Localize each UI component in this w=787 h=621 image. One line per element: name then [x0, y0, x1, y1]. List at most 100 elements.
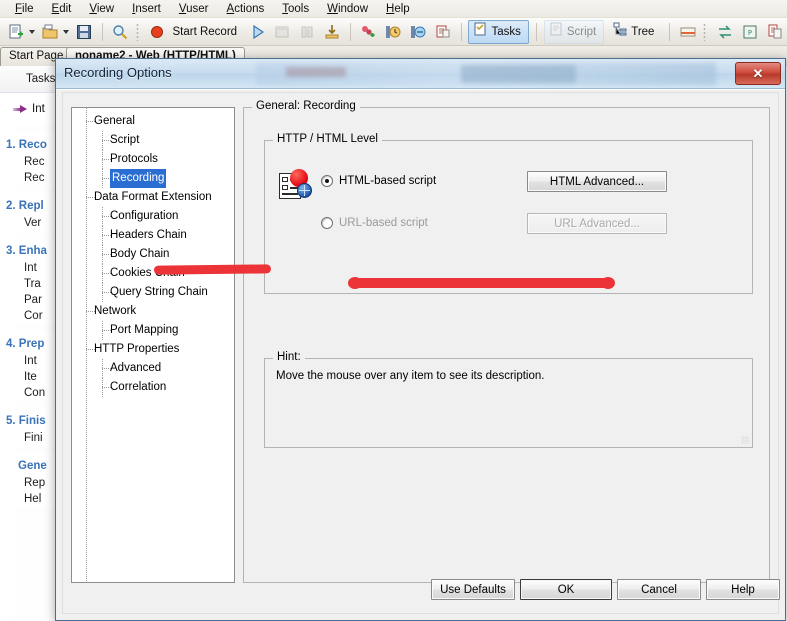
general-recording-group: General: Recording HTTP / HTML Level HTM…	[243, 100, 770, 583]
dialog-title-bar[interactable]: Recording Options ✕	[56, 59, 785, 89]
new-script-icon[interactable]	[5, 20, 28, 44]
annotation-strikethrough	[153, 264, 272, 275]
radio-indicator	[321, 175, 333, 187]
tree-item-label: HTTP Properties	[94, 343, 180, 355]
toolbar-grip[interactable]	[703, 22, 707, 41]
tree-label: Tree	[631, 25, 655, 38]
tree-connector	[102, 226, 103, 245]
ok-button[interactable]: OK	[520, 579, 612, 600]
arrow-icon	[13, 104, 27, 114]
tree-item-recording[interactable]: Recording	[72, 169, 234, 188]
tree-item-advanced[interactable]: Advanced	[72, 359, 234, 378]
hint-group: Hint: Move the mouse over any item to se…	[264, 351, 753, 448]
menu-item-view[interactable]: View	[80, 2, 123, 16]
menu-item-insert[interactable]: Insert	[123, 2, 170, 16]
pause-icon	[296, 20, 319, 44]
zoom-icon[interactable]	[109, 20, 132, 44]
dialog-title: Recording Options	[64, 65, 172, 80]
output-icon[interactable]	[676, 20, 699, 44]
menu-item-actions[interactable]: Actions	[218, 2, 274, 16]
tree-item-label: Correlation	[110, 381, 167, 393]
general-recording-caption: General: Recording	[252, 100, 360, 112]
recording-options-dialog: Recording Options ✕ General Script Protoco…	[55, 58, 786, 621]
menu-item-window[interactable]: Window	[318, 2, 377, 16]
tree-connector	[102, 283, 103, 302]
run-icon[interactable]	[246, 20, 269, 44]
open-script-icon[interactable]	[39, 20, 62, 44]
html-advanced-button[interactable]: HTML Advanced...	[527, 171, 667, 192]
tree-item-label: Advanced	[110, 362, 162, 374]
task-intro-label: Int	[32, 103, 45, 115]
toolbar-separator	[349, 22, 351, 41]
tree-item-body-chain[interactable]: Body Chain	[72, 245, 234, 264]
tree-item-label: Headers Chain	[110, 229, 187, 241]
tree-item-label: Configuration	[110, 210, 179, 222]
tree-item-port-mapping[interactable]: Port Mapping	[72, 321, 234, 340]
url-advanced-button: URL Advanced...	[527, 213, 667, 234]
hint-body: Move the mouse over any item to see its …	[266, 360, 751, 446]
radio-html-based-script[interactable]: HTML-based script	[321, 175, 436, 187]
save-icon[interactable]	[73, 20, 96, 44]
tree-connector	[102, 207, 103, 226]
record-icon[interactable]	[146, 20, 169, 44]
tree-connector	[102, 245, 103, 264]
tree-item-http-properties[interactable]: HTTP Properties	[72, 340, 234, 359]
tree-item-label: Script	[110, 134, 140, 146]
toolbar-separator	[460, 22, 462, 41]
tree-item-general[interactable]: General	[72, 112, 234, 131]
tasks-icon	[473, 22, 487, 41]
close-icon[interactable]: ✕	[735, 62, 781, 85]
toolbar-separator	[535, 22, 537, 41]
tree-item-label: Network	[94, 305, 137, 317]
tab-tasks[interactable]: Tasks	[468, 19, 529, 44]
tree-item-label: General	[94, 115, 135, 127]
tree-item-configuration[interactable]: Configuration	[72, 207, 234, 226]
tree-item-data-format-extension[interactable]: Data Format Extension	[72, 188, 234, 207]
toolbar-separator	[101, 22, 103, 41]
tree-item-label: Protocols	[110, 153, 158, 165]
use-defaults-button[interactable]: Use Defaults	[431, 579, 515, 600]
tree-connector	[102, 131, 103, 150]
script-label: Script	[566, 25, 597, 38]
runtime-viewer-icon[interactable]	[407, 20, 430, 44]
cancel-button[interactable]: Cancel	[617, 579, 701, 600]
parameter-list-icon[interactable]: P	[738, 20, 761, 44]
tree-icon	[613, 22, 627, 41]
tree-item-protocols[interactable]: Protocols	[72, 150, 234, 169]
script-icon	[549, 22, 563, 41]
tree-item-query-string-chain[interactable]: Query String Chain	[72, 283, 234, 302]
menu-item-help[interactable]: Help	[377, 2, 419, 16]
stop-icon	[271, 20, 294, 44]
radio-html-based-script-label: HTML-based script	[339, 175, 437, 187]
snapshot-icon[interactable]	[432, 20, 455, 44]
tree-item-label: Port Mapping	[110, 324, 179, 336]
tree-connector	[102, 150, 103, 169]
radio-url-based-script[interactable]: URL-based script	[321, 217, 428, 229]
menu-item-vuser[interactable]: Vuser	[170, 2, 218, 16]
menu-item-tools[interactable]: Tools	[273, 2, 318, 16]
tree-item-label: Body Chain	[110, 248, 170, 260]
menu-item-edit[interactable]: Edit	[43, 2, 81, 16]
copy-icon[interactable]	[763, 20, 786, 44]
tab-tree[interactable]: Tree	[608, 20, 662, 44]
resize-grip[interactable]	[741, 436, 749, 444]
recording-level-icon	[279, 169, 313, 201]
tab-script[interactable]: Script	[543, 19, 605, 44]
menu-item-file[interactable]: File	[6, 2, 43, 16]
titlebar-glass-blur-3	[286, 67, 346, 77]
open-script-dropdown-caret[interactable]	[62, 29, 69, 34]
add-param-icon[interactable]	[357, 20, 380, 44]
help-button[interactable]: Help	[706, 579, 780, 600]
tree-item-correlation[interactable]: Correlation	[72, 378, 234, 397]
compare-icon[interactable]	[713, 20, 736, 44]
tree-item-script[interactable]: Script	[72, 131, 234, 150]
runtime-settings-icon[interactable]	[382, 20, 405, 44]
new-script-dropdown-caret[interactable]	[28, 29, 35, 34]
options-tree[interactable]: General Script Protocols Recording Data Form…	[71, 107, 235, 583]
tree-item-label: Recording	[110, 169, 167, 188]
start-record-label[interactable]: Start Record	[173, 26, 238, 38]
download-icon[interactable]	[321, 20, 344, 44]
tree-item-headers-chain[interactable]: Headers Chain	[72, 226, 234, 245]
tree-item-network[interactable]: Network	[72, 302, 234, 321]
toolbar-grip[interactable]	[135, 22, 139, 41]
